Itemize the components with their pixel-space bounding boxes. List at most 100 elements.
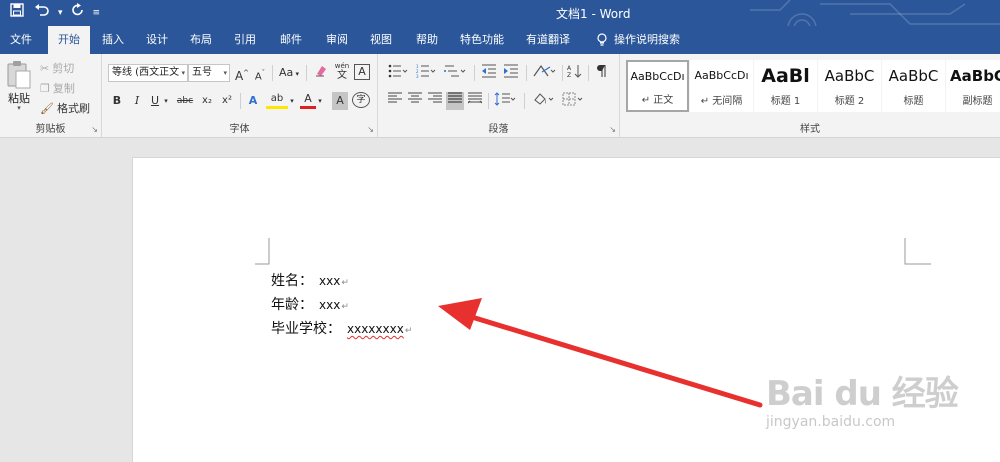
text-effects-button[interactable]: A xyxy=(244,92,262,110)
superscript-button[interactable]: x² xyxy=(218,92,236,110)
tab-mailings[interactable]: 邮件 xyxy=(274,26,308,54)
phonetic-guide-button[interactable]: wén 文 xyxy=(332,62,352,81)
show-formatting-marks-icon[interactable] xyxy=(594,64,610,82)
tell-me-search[interactable]: 操作说明搜索 xyxy=(596,26,680,54)
redo-icon[interactable] xyxy=(69,3,87,23)
document-line[interactable]: 年龄： xxx↵ xyxy=(271,294,349,314)
chinese-layout-icon[interactable] xyxy=(530,64,558,82)
tab-insert[interactable]: 插入 xyxy=(96,26,130,54)
distributed-icon[interactable] xyxy=(466,92,484,110)
divider xyxy=(272,65,273,81)
style-heading-2[interactable]: AaBbC 标题 2 xyxy=(818,60,881,112)
change-case-button[interactable]: Aa ▾ xyxy=(276,64,302,82)
font-name-dropdown-icon[interactable]: ▾ xyxy=(181,65,185,81)
align-right-icon[interactable] xyxy=(426,92,444,110)
bold-button[interactable]: B xyxy=(110,92,124,110)
font-color-button[interactable]: A xyxy=(300,92,316,109)
undo-icon[interactable] xyxy=(32,3,52,23)
tab-references[interactable]: 引用 xyxy=(228,26,262,54)
field-label: 毕业学校： xyxy=(271,321,341,337)
style-subtitle[interactable]: AaBbC 副标题 xyxy=(946,60,1000,112)
subscript-button[interactable]: x₂ xyxy=(198,92,216,110)
svg-text:A: A xyxy=(567,65,572,72)
phonetic-label: wén xyxy=(334,62,350,70)
tab-featured[interactable]: 特色功能 xyxy=(454,26,510,54)
cut-button[interactable]: ✂ 剪切 xyxy=(40,60,74,76)
underline-button[interactable]: U xyxy=(148,92,162,110)
ribbon-home: 粘贴 ▾ ✂ 剪切 ❐ 复制 🖌 格式刷 剪贴板 ↘ 等线 (西文正文 ▾ 五号… xyxy=(0,54,1000,138)
align-center-icon[interactable] xyxy=(406,92,424,110)
strikethrough-button[interactable]: abc xyxy=(174,92,196,110)
divider xyxy=(306,65,307,81)
character-shading-label: A xyxy=(336,94,344,107)
tab-home[interactable]: 开始 xyxy=(48,26,90,54)
quick-access-toolbar: ▾ ≡ xyxy=(8,3,100,23)
paste-icon[interactable] xyxy=(6,60,32,90)
character-border-button[interactable]: A xyxy=(354,64,370,80)
numbering-icon[interactable]: 123 xyxy=(414,64,438,82)
divider xyxy=(562,65,563,81)
copy-label: 复制 xyxy=(52,82,75,95)
font-color-dropdown-icon[interactable]: ▾ xyxy=(316,92,324,110)
font-size-combo[interactable]: 五号 ▾ xyxy=(188,64,230,82)
margin-crop-mark xyxy=(255,238,270,265)
baidu-watermark: Bai du 经验 jingyan.baidu.com xyxy=(756,362,959,452)
divider xyxy=(240,93,241,109)
font-launcher-icon[interactable]: ↘ xyxy=(367,125,374,134)
paragraph-mark-icon: ↵ xyxy=(341,302,349,312)
ribbon-tabs: 文件 开始 插入 设计 布局 引用 邮件 审阅 视图 帮助 特色功能 有道翻译 … xyxy=(0,26,1000,54)
undo-dropdown-icon[interactable]: ▾ xyxy=(58,3,63,23)
decrease-indent-icon[interactable] xyxy=(480,64,498,82)
sort-icon[interactable]: AZ xyxy=(566,64,584,82)
save-icon[interactable] xyxy=(8,3,26,23)
multilevel-list-icon[interactable] xyxy=(442,64,468,82)
bullets-icon[interactable] xyxy=(386,64,410,82)
format-painter-label: 格式刷 xyxy=(56,102,90,115)
style-name: 副标题 xyxy=(962,96,993,107)
style-preview: AaBbCcDı xyxy=(630,70,685,83)
paragraph-group: 123 AZ 段落 ↘ xyxy=(378,54,620,138)
paragraph-launcher-icon[interactable]: ↘ xyxy=(609,125,616,134)
increase-indent-icon[interactable] xyxy=(502,64,520,82)
justify-icon[interactable] xyxy=(446,92,464,110)
character-shading-button[interactable]: A xyxy=(332,92,348,110)
document-line[interactable]: 姓名： xxx↵ xyxy=(271,270,349,290)
clipboard-launcher-icon[interactable]: ↘ xyxy=(91,125,98,134)
style-normal[interactable]: AaBbCcDı ↵ 正文 xyxy=(626,60,689,112)
paragraph-mark-icon: ↵ xyxy=(404,326,413,336)
tab-review[interactable]: 审阅 xyxy=(320,26,354,54)
field-value: xxxxxxxx xyxy=(347,322,404,336)
style-no-spacing[interactable]: AaBbCcDı ↵ 无间隔 xyxy=(690,60,753,112)
tab-file[interactable]: 文件 xyxy=(4,26,38,54)
borders-icon[interactable] xyxy=(560,92,586,110)
format-painter-button[interactable]: 🖌 格式刷 xyxy=(40,100,90,116)
paste-dropdown-icon[interactable]: ▾ xyxy=(6,104,32,112)
italic-button[interactable]: I xyxy=(130,92,144,110)
divider xyxy=(488,93,489,109)
style-preview: AaBbC xyxy=(888,67,939,85)
grow-font-button[interactable]: A^ xyxy=(234,64,250,83)
watermark-url: jingyan.baidu.com xyxy=(766,414,896,430)
font-name-combo[interactable]: 等线 (西文正文 ▾ xyxy=(108,64,188,82)
clear-formatting-icon[interactable] xyxy=(312,64,330,82)
tab-view[interactable]: 视图 xyxy=(364,26,398,54)
style-title[interactable]: AaBbC 标题 xyxy=(882,60,945,112)
tab-help[interactable]: 帮助 xyxy=(410,26,444,54)
shrink-font-button[interactable]: Aˇ xyxy=(252,64,268,82)
shading-icon[interactable] xyxy=(530,92,556,110)
style-heading-1[interactable]: AaBl 标题 1 xyxy=(754,60,817,112)
font-size-dropdown-icon[interactable]: ▾ xyxy=(223,65,227,81)
tab-layout[interactable]: 布局 xyxy=(184,26,218,54)
field-value: xxx xyxy=(319,298,341,312)
highlight-button[interactable]: ab xyxy=(266,92,288,109)
copy-button[interactable]: ❐ 复制 xyxy=(40,80,75,96)
line-spacing-icon[interactable] xyxy=(492,92,518,110)
align-left-icon[interactable] xyxy=(386,92,404,110)
document-line[interactable]: 毕业学校： xxxxxxxx↵ xyxy=(271,318,412,338)
highlight-dropdown-icon[interactable]: ▾ xyxy=(288,92,296,110)
tab-youdao-translate[interactable]: 有道翻译 xyxy=(520,26,576,54)
tab-design[interactable]: 设计 xyxy=(140,26,174,54)
enclose-characters-button[interactable]: 字 xyxy=(352,92,370,108)
underline-dropdown-icon[interactable]: ▾ xyxy=(162,92,170,110)
customize-toolbar-icon[interactable]: ≡ xyxy=(93,3,101,23)
